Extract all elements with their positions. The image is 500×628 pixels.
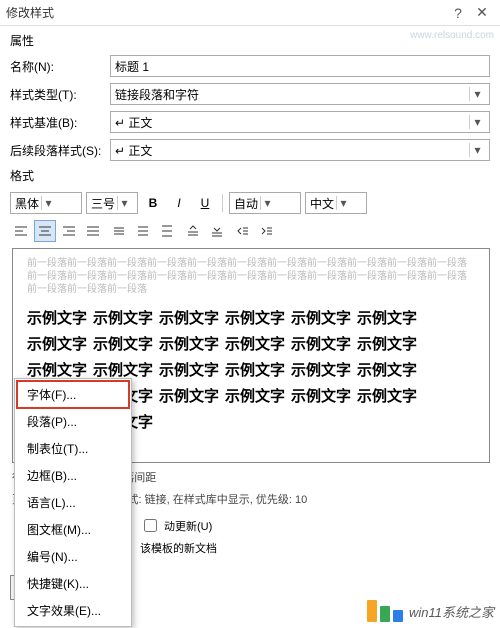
align-right-button[interactable] [58, 220, 80, 242]
font-color-select[interactable]: 自动 ▾ [229, 192, 301, 214]
basedon-label: 样式基准(B): [10, 114, 110, 131]
underline-button[interactable]: U [194, 192, 216, 214]
align-center-button[interactable] [34, 220, 56, 242]
align-left-button[interactable] [10, 220, 32, 242]
chevron-down-icon: ▾ [336, 196, 350, 210]
window-title: 修改样式 [6, 4, 446, 21]
space-before-inc-button[interactable] [182, 220, 204, 242]
preview-sample-text: 示例文字 [291, 332, 357, 358]
auto-update-checkbox[interactable] [144, 519, 157, 532]
properties-form: 名称(N): 样式类型(T): 链接段落和字符 ▾ 样式基准(B): ↵ 正文 … [0, 55, 500, 161]
chevron-down-icon: ▾ [117, 196, 131, 210]
preview-sample-text: 示例文字 [357, 332, 423, 358]
auto-update-row: 动更新(U) [140, 516, 212, 535]
template-label: 该模板的新文档 [140, 540, 217, 556]
menu-border[interactable]: 边框(B)... [17, 462, 129, 489]
space-before-dec-button[interactable] [206, 220, 228, 242]
paragraph-toolbar [0, 218, 500, 248]
preview-sample-text: 示例文字 [93, 332, 159, 358]
close-button[interactable]: ✕ [470, 4, 494, 21]
preview-sample-text: 示例文字 [225, 306, 291, 332]
chevron-down-icon: ▾ [260, 196, 274, 210]
preview-sample-text: 示例文字 [291, 306, 357, 332]
basedon-combo[interactable]: ↵ 正文 ▾ [110, 111, 490, 133]
watermark-logo-icon [367, 600, 403, 622]
align-justify-button[interactable] [82, 220, 104, 242]
indent-decrease-button[interactable] [232, 220, 254, 242]
line-spacing-2-button[interactable] [156, 220, 178, 242]
preview-sample-text: 示例文字 [291, 358, 357, 384]
watermark-url: www.relsound.com [410, 30, 494, 41]
font-name-select[interactable]: 黑体 ▾ [10, 192, 82, 214]
preview-sample-text: 示例文字 [357, 384, 423, 410]
format-context-menu: 字体(F)... 段落(P)... 制表位(T)... 边框(B)... 语言(… [14, 378, 132, 627]
menu-tabs[interactable]: 制表位(T)... [17, 435, 129, 462]
menu-font[interactable]: 字体(F)... [17, 381, 129, 408]
auto-update-label: 动更新(U) [164, 518, 212, 534]
type-combo[interactable]: 链接段落和字符 ▾ [110, 83, 490, 105]
preview-sample-text: 示例文字 [225, 332, 291, 358]
preview-sample-text: 示例文字 [159, 384, 225, 410]
chevron-down-icon: ▾ [469, 115, 485, 129]
chevron-down-icon: ▾ [41, 196, 55, 210]
name-label: 名称(N): [10, 58, 110, 75]
indent-increase-button[interactable] [256, 220, 278, 242]
separator [222, 194, 223, 212]
watermark-text: win11系统之家 [409, 602, 494, 621]
line-spacing-15-button[interactable] [132, 220, 154, 242]
menu-numbering[interactable]: 编号(N)... [17, 543, 129, 570]
type-label: 样式类型(T): [10, 86, 110, 103]
preview-sample-text: 示例文字 [27, 306, 93, 332]
following-label: 后续段落样式(S): [10, 142, 110, 159]
preview-sample-text: 示例文字 [225, 358, 291, 384]
preview-sample-text: 示例文字 [27, 332, 93, 358]
titlebar: 修改样式 ? ✕ [0, 0, 500, 26]
watermark: win11系统之家 [367, 600, 494, 622]
menu-language[interactable]: 语言(L)... [17, 489, 129, 516]
chevron-down-icon: ▾ [469, 87, 485, 101]
preview-prev-paragraph: 前一段落前一段落前一段落前一段落前一段落前一段落前一段落前一段落前一段落前一段落… [27, 257, 475, 296]
following-combo[interactable]: ↵ 正文 ▾ [110, 139, 490, 161]
line-spacing-1-button[interactable] [108, 220, 130, 242]
menu-shortcut[interactable]: 快捷键(K)... [17, 570, 129, 597]
format-toolbar: 黑体 ▾ 三号 ▾ B I U 自动 ▾ 中文 ▾ [0, 188, 500, 218]
script-select[interactable]: 中文 ▾ [305, 192, 367, 214]
name-input[interactable] [110, 55, 490, 77]
bold-button[interactable]: B [142, 192, 164, 214]
menu-frame[interactable]: 图文框(M)... [17, 516, 129, 543]
preview-sample-text: 示例文字 [291, 384, 357, 410]
template-row: 该模板的新文档 [140, 540, 217, 556]
font-size-select[interactable]: 三号 ▾ [86, 192, 138, 214]
preview-sample-text: 示例文字 [357, 306, 423, 332]
menu-texteffect[interactable]: 文字效果(E)... [17, 597, 129, 624]
preview-sample-text: 示例文字 [159, 332, 225, 358]
preview-sample-text: 示例文字 [357, 358, 423, 384]
preview-sample-text: 示例文字 [159, 306, 225, 332]
help-button[interactable]: ? [446, 5, 470, 21]
italic-button[interactable]: I [168, 192, 190, 214]
section-format: 格式 [10, 167, 500, 184]
chevron-down-icon: ▾ [469, 143, 485, 157]
preview-sample-text: 示例文字 [159, 358, 225, 384]
menu-paragraph[interactable]: 段落(P)... [17, 408, 129, 435]
preview-sample-text: 示例文字 [225, 384, 291, 410]
preview-sample-text: 示例文字 [93, 306, 159, 332]
